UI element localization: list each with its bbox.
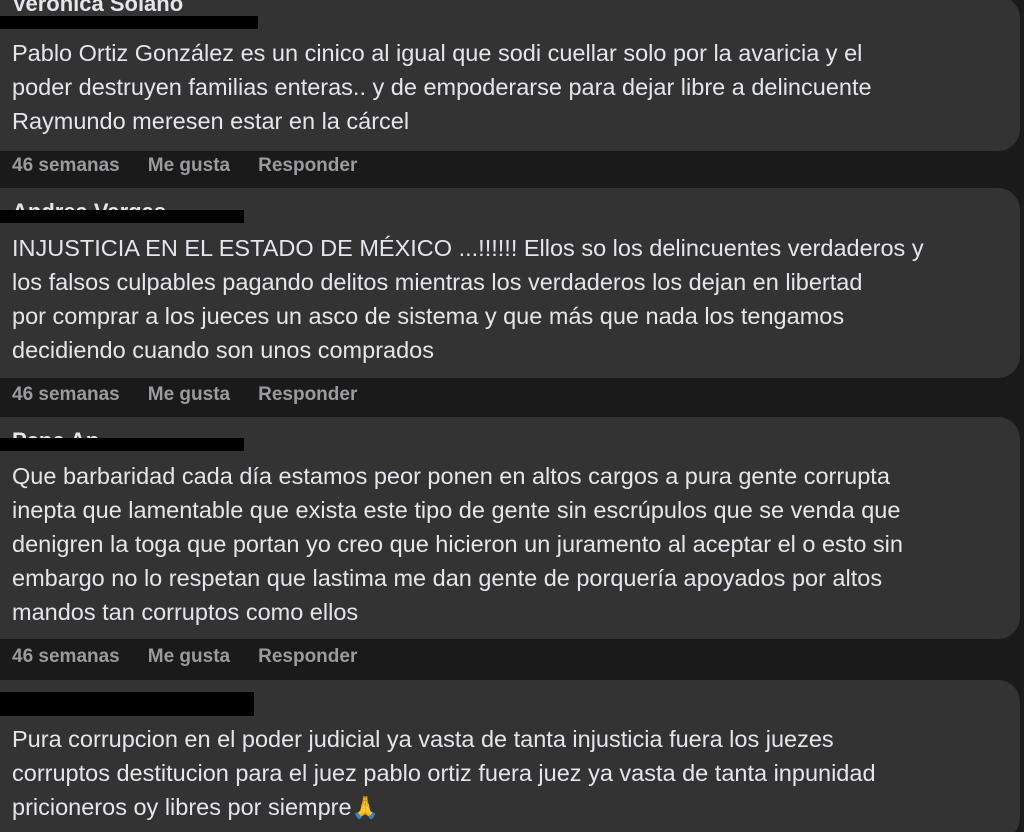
comments-thread: Veronica Solano Pablo Ortiz González es … [0, 0, 1024, 832]
redaction-bar [0, 16, 258, 29]
like-button[interactable]: Me gusta [148, 646, 230, 668]
reply-button[interactable]: Responder [258, 155, 357, 177]
comment-actions: 46 semanas Me gusta Responder [12, 646, 357, 668]
prayer-emoji: 🙏 [351, 795, 379, 820]
comment-timestamp[interactable]: 46 semanas [12, 384, 120, 406]
like-button[interactable]: Me gusta [148, 384, 230, 406]
comment-timestamp[interactable]: 46 semanas [12, 155, 120, 177]
comment-actions: 46 semanas Me gusta Responder [12, 384, 357, 406]
redaction-bar [0, 210, 244, 223]
comment-actions: 46 semanas Me gusta Responder [12, 155, 357, 177]
comment-text: Pablo Ortiz González es un cinico al igu… [12, 40, 872, 134]
comment-text: INJUSTICIA EN EL ESTADO DE MÉXICO ...!!!… [12, 235, 924, 363]
redaction-bar [0, 692, 254, 716]
like-button[interactable]: Me gusta [148, 155, 230, 177]
reply-button[interactable]: Responder [258, 384, 357, 406]
comment-text-content: Pura corrupcion en el poder judicial ya … [12, 726, 876, 820]
comment-text: Que barbaridad cada día estamos peor pon… [12, 463, 903, 625]
redaction-bar [0, 438, 244, 451]
comment-timestamp[interactable]: 46 semanas [12, 646, 120, 668]
reply-button[interactable]: Responder [258, 646, 357, 668]
comment-text: Pura corrupcion en el poder judicial ya … [12, 722, 1012, 825]
comment-author[interactable]: Veronica Solano [12, 0, 183, 14]
